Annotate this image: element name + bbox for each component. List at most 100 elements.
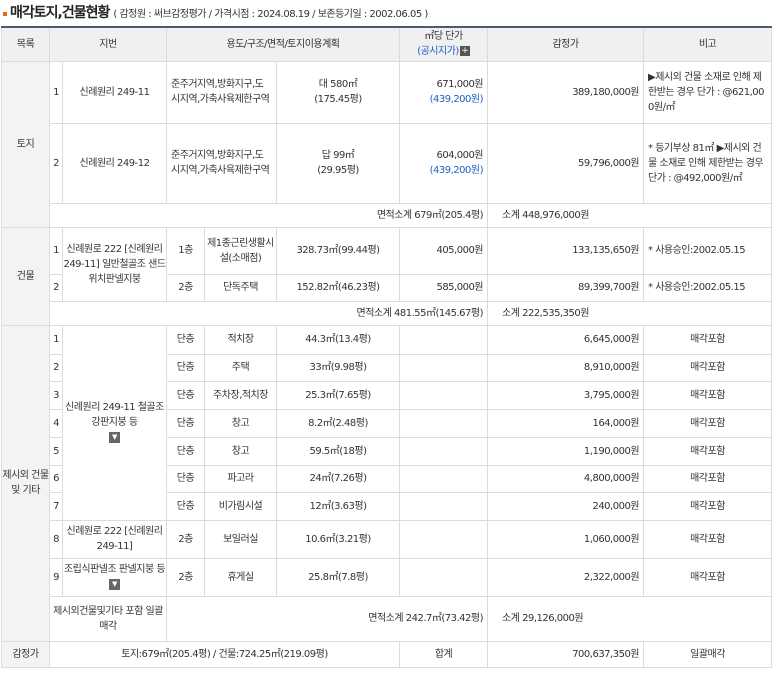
table-row: 8 신례원로 222 [신례원리 249-11] 2층 보일러실 10.6㎡(3… bbox=[2, 519, 773, 559]
unit-price-value: 671,000원 bbox=[436, 79, 484, 90]
bullet-icon bbox=[3, 12, 7, 16]
floor: 단층 bbox=[166, 464, 205, 493]
row-number: 1 bbox=[49, 60, 63, 124]
row-number: 1 bbox=[49, 226, 63, 275]
appraisal-value: 1,190,000원 bbox=[487, 436, 645, 466]
total-row: 감정가 토지:679㎡(205.4평) / 건물:724.25㎡(219.09평… bbox=[1, 640, 773, 668]
appraisal-value: 389,180,000원 bbox=[487, 60, 645, 124]
area: 328.73㎡(99.44평) bbox=[275, 226, 401, 275]
subtotal-row: 면적소계 679㎡(205.4평) 소계 448,976,000원 bbox=[2, 202, 773, 228]
use: 보일러실 bbox=[204, 519, 277, 559]
land-area: 답 99㎡ (29.95평) bbox=[275, 122, 401, 204]
header-unit-price: ㎡당 단가 (공시지가) + bbox=[399, 26, 489, 62]
building-label: 건물 bbox=[1, 226, 50, 326]
unit-price-value: 604,000원 bbox=[436, 150, 484, 161]
header-list: 목록 bbox=[1, 26, 50, 62]
remark: * 사용승인:2002.05.15 bbox=[643, 273, 773, 302]
header-appraisal: 감정가 bbox=[487, 26, 645, 62]
appraisal-info: ( 감정원 : 써브감정평가 / 가격시점 : 2024.08.19 / 보존등… bbox=[113, 9, 428, 20]
building-lot: 신례원로 222 [신례원리 249-11] 일반철골조 샌드위치판넬지붕 bbox=[62, 226, 167, 302]
remark: 매각포함 bbox=[643, 519, 773, 559]
row-number: 7 bbox=[49, 491, 63, 521]
table-row: 9 조립식판넬조 판넬지붕 등 ▼ 2층 휴게실 25.8㎡(7.8평) 2,32… bbox=[2, 557, 773, 597]
remark: 매각포함 bbox=[643, 436, 773, 466]
land-area: 대 580㎡ (175.45평) bbox=[275, 60, 401, 124]
header-row: 목록 지번 용도/구조/면적/토지이용계획 ㎡당 단가 (공시지가) + 감정가 … bbox=[1, 26, 773, 62]
subtotal-row: 제시외건물및기타 포함 일괄매각 면적소계 242.7㎡(73.42평) 소계 … bbox=[2, 595, 773, 642]
subtotal-value: 소계 448,976,000원 bbox=[487, 202, 773, 228]
row-number: 8 bbox=[49, 519, 63, 559]
area: 59.5㎡(18평) bbox=[275, 436, 401, 466]
row-number: 2 bbox=[49, 353, 63, 382]
floor: 2층 bbox=[166, 557, 205, 597]
use: 창고 bbox=[204, 436, 277, 466]
remark: 매각포함 bbox=[643, 353, 773, 382]
appraisal-value: 59,796,000원 bbox=[487, 122, 645, 204]
plus-icon[interactable]: + bbox=[459, 46, 470, 57]
area: 152.82㎡(46.23평) bbox=[275, 273, 401, 302]
row-number: 6 bbox=[49, 464, 63, 493]
table-row: 2 신례원리 249-12 준주거지역,방화지구,도시지역,가축사육제한구역 답… bbox=[2, 122, 773, 204]
area: 25.8㎡(7.8평) bbox=[275, 557, 401, 597]
extra-label: 제시외 건물및 기타 bbox=[1, 324, 50, 642]
appraisal-value: 133,135,650원 bbox=[487, 226, 645, 275]
chevron-down-icon[interactable]: ▼ bbox=[109, 431, 120, 443]
section-title: 매각토지,건물현황( 감정원 : 써브감정평가 / 가격시점 : 2024.08… bbox=[0, 3, 428, 23]
remark: 매각포함 bbox=[643, 464, 773, 493]
appraisal-value: 4,800,000원 bbox=[487, 464, 645, 493]
remark: 매각포함 bbox=[643, 491, 773, 521]
header-remarks: 비고 bbox=[643, 26, 773, 62]
row-number: 5 bbox=[49, 436, 63, 466]
remark: 매각포함 bbox=[643, 408, 773, 438]
use: 주차장,적치장 bbox=[204, 380, 277, 410]
row-number: 4 bbox=[49, 408, 63, 438]
floor: 2층 bbox=[166, 273, 205, 302]
area: 10.6㎡(3.21평) bbox=[275, 519, 401, 559]
extra-lot-b2-text: 조립식판넬조 판넬지붕 등 bbox=[63, 564, 166, 575]
row-number: 1 bbox=[49, 324, 63, 355]
header-use: 용도/구조/면적/토지이용계획 bbox=[165, 26, 401, 62]
property-table: 목록 지번 용도/구조/면적/토지이용계획 ㎡당 단가 (공시지가) + 감정가 … bbox=[1, 26, 773, 668]
total-areas: 토지:679㎡(205.4평) / 건물:724.25㎡(219.09평) bbox=[48, 640, 401, 668]
remark: * 사용승인:2002.05.15 bbox=[643, 226, 773, 275]
total-remark: 일괄매각 bbox=[643, 640, 773, 668]
table-row: 제시외 건물및 기타 1 신례원리 249-11 철골조 강판지붕 등 ▼ 단층 … bbox=[1, 324, 773, 642]
subtotal-row: 면적소계 481.55㎡(145.67평) 소계 222,535,350원 bbox=[2, 300, 773, 326]
use: 비가림시설 bbox=[204, 491, 277, 521]
appraisal-value: 3,795,000원 bbox=[487, 380, 645, 410]
area: 44.3㎡(13.4평) bbox=[275, 324, 401, 355]
use: 휴게실 bbox=[204, 557, 277, 597]
table-row: 토지 1 신례원리 249-11 준주거지역,방화지구,도시지역,가축사육제한구… bbox=[1, 60, 773, 228]
official-price: (439,200원) bbox=[429, 94, 484, 105]
use: 단독주택 bbox=[204, 273, 277, 302]
bulk-sale-label: 제시외건물및기타 포함 일괄매각 bbox=[49, 595, 167, 642]
subtotal-value: 소계 29,126,000원 bbox=[487, 595, 773, 642]
use: 적치장 bbox=[204, 324, 277, 355]
sum-value: 700,637,350원 bbox=[487, 640, 645, 668]
area-value: 대 580㎡ bbox=[318, 79, 358, 90]
extra-lot-b2: 조립식판넬조 판넬지붕 등 ▼ bbox=[62, 557, 167, 597]
header-unit-price-label: ㎡당 단가 bbox=[424, 31, 463, 43]
page-title: 매각토지,건물현황 bbox=[10, 5, 110, 21]
row-number: 3 bbox=[49, 380, 63, 410]
remark: 매각포함 bbox=[643, 324, 773, 355]
floor: 단층 bbox=[166, 353, 205, 382]
use: 파고라 bbox=[204, 464, 277, 493]
area-pyeong: (29.95평) bbox=[317, 165, 359, 176]
area: 33㎡(9.98평) bbox=[275, 353, 401, 382]
subtotal-area: 면적소계 679㎡(205.4평) bbox=[48, 202, 489, 228]
appraisal-value: 6,645,000원 bbox=[487, 324, 645, 355]
official-price-link[interactable]: (공시지가) bbox=[417, 46, 459, 57]
floor: 단층 bbox=[166, 408, 205, 438]
area-value: 답 99㎡ bbox=[321, 150, 355, 161]
unit-price: 671,000원 (439,200원) bbox=[399, 60, 489, 124]
lot-number: 신례원리 249-12 bbox=[62, 122, 167, 204]
row-number: 9 bbox=[49, 557, 63, 597]
remark: 매각포함 bbox=[643, 557, 773, 597]
appraisal-value: 2,322,000원 bbox=[487, 557, 645, 597]
floor: 단층 bbox=[166, 436, 205, 466]
subtotal-area: 면적소계 481.55㎡(145.67평) bbox=[48, 300, 489, 326]
appraisal-value: 8,910,000원 bbox=[487, 353, 645, 382]
appraisal-value: 240,000원 bbox=[487, 491, 645, 521]
chevron-down-icon[interactable]: ▼ bbox=[109, 578, 120, 590]
